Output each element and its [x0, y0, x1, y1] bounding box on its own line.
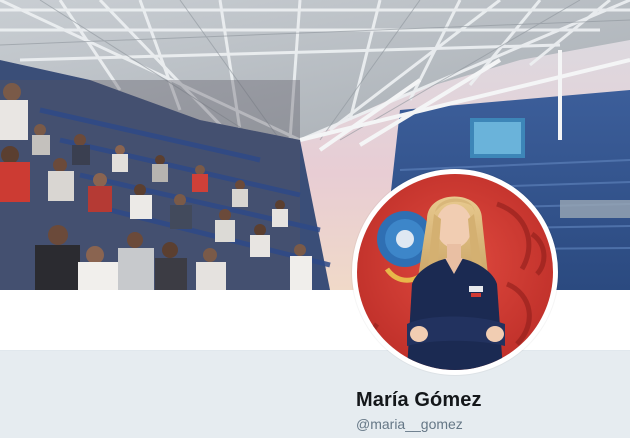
avatar-photo: [357, 174, 553, 370]
profile-handle[interactable]: @maria__gomez: [356, 416, 463, 432]
profile-avatar[interactable]: [352, 169, 558, 375]
profile-page: María Gómez @maria__gomez: [0, 0, 630, 438]
profile-display-name[interactable]: María Gómez: [356, 389, 482, 412]
